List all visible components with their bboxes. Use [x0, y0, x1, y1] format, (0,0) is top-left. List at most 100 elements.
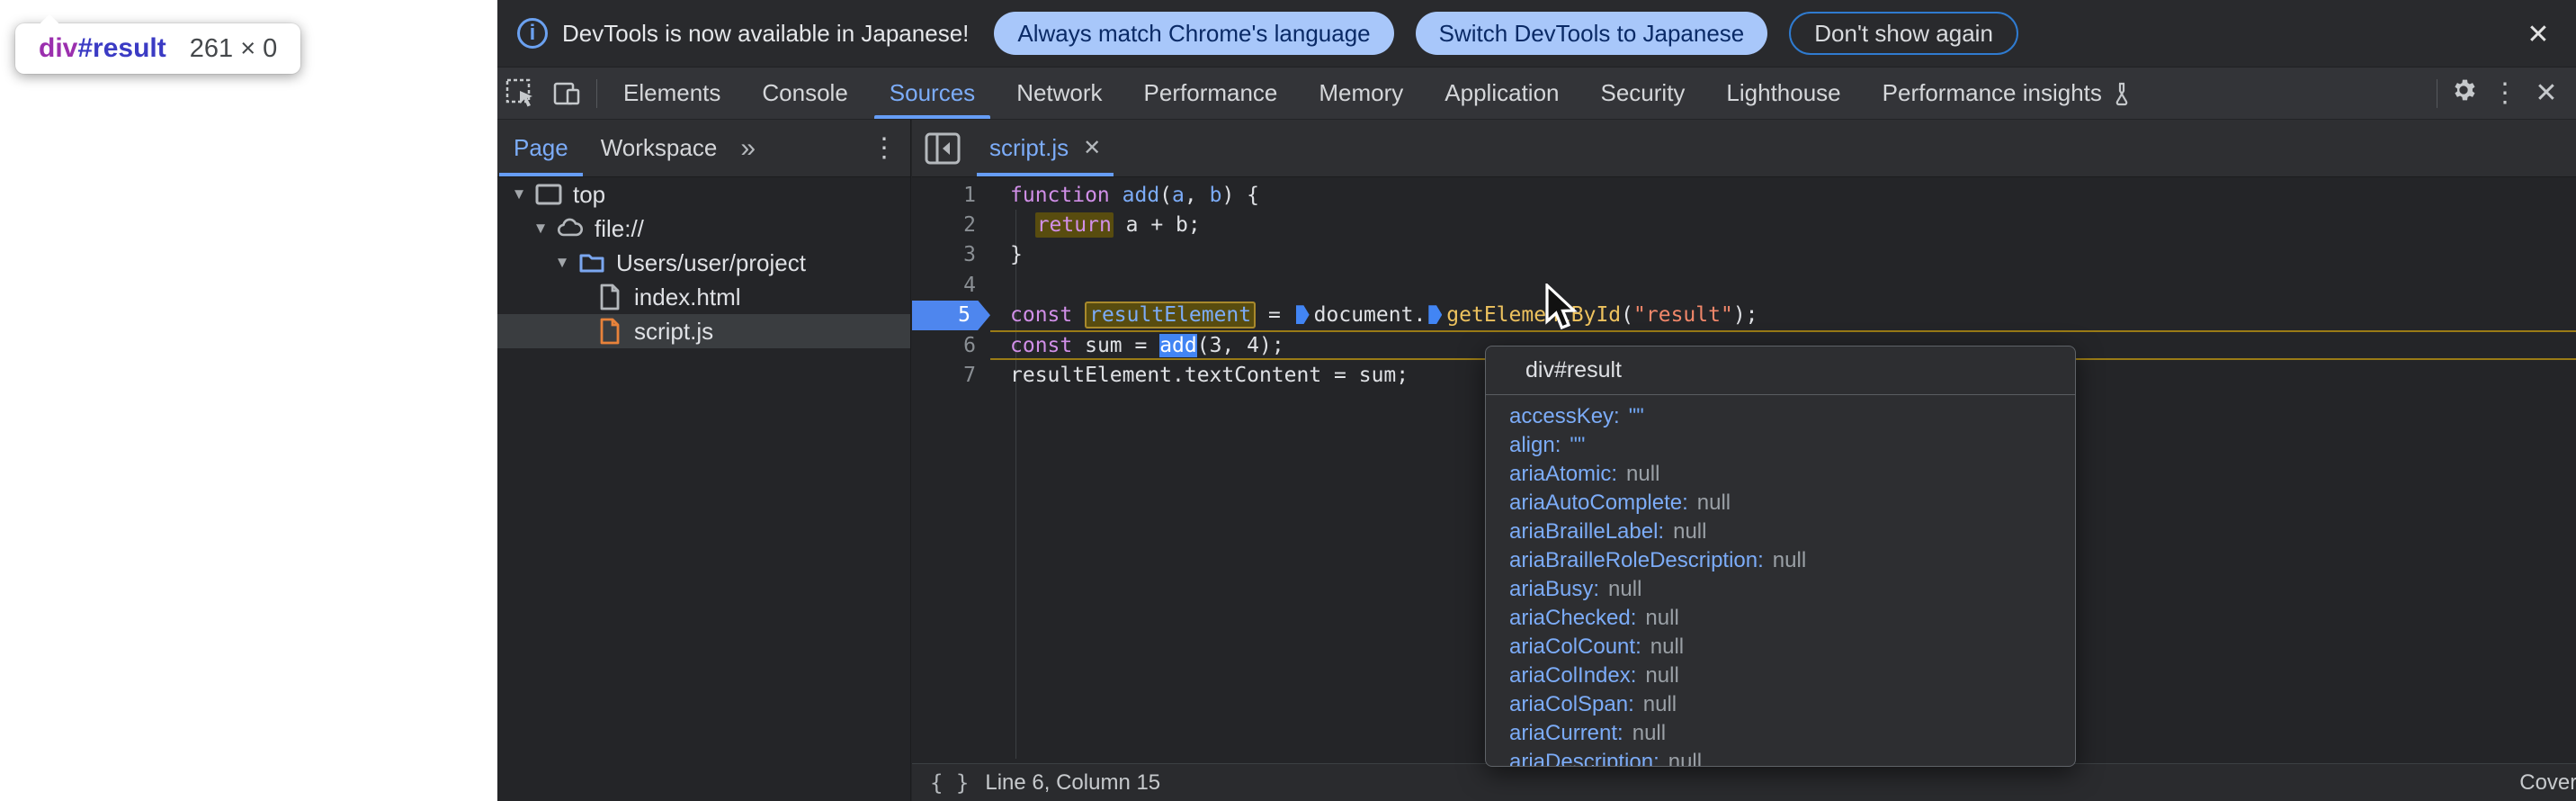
tooltip-property: ariaColSpan:null: [1509, 690, 2075, 719]
tree-label: Users/user/project: [616, 249, 806, 277]
always-match-language-button[interactable]: Always match Chrome's language: [994, 12, 1393, 55]
tab-elements[interactable]: Elements: [603, 68, 741, 119]
tooltip-property: ariaAtomic:null: [1509, 460, 2075, 489]
inline-eval-marker-icon: [1428, 305, 1442, 324]
line-number[interactable]: 7: [912, 360, 990, 390]
tab-sources[interactable]: Sources: [869, 68, 996, 119]
code-token: =: [1256, 303, 1293, 327]
property-name: ariaBusy:: [1509, 577, 1599, 602]
coverage-label: Coverage: n/a: [2519, 770, 2576, 796]
code-token: ,: [1185, 184, 1210, 207]
panel-tabs: ElementsConsoleSourcesNetworkPerformance…: [603, 68, 2153, 119]
tab-application[interactable]: Application: [1424, 68, 1579, 119]
code-token: (: [1159, 184, 1172, 207]
code-line-2[interactable]: 2 return a + b;: [912, 210, 2576, 239]
code-token: sum =: [1072, 334, 1159, 357]
code-token: (3, 4);: [1197, 334, 1284, 357]
code-token: return: [1035, 212, 1114, 238]
dont-show-again-button[interactable]: Don't show again: [1789, 12, 2018, 55]
tree-item-file-origin[interactable]: ▼ file://: [497, 212, 910, 246]
code-token: function: [1010, 184, 1123, 207]
tab-performance[interactable]: Performance: [1123, 68, 1299, 119]
line-number[interactable]: 4: [912, 270, 990, 300]
expand-triangle-icon[interactable]: ▼: [553, 254, 571, 272]
inspect-element-icon[interactable]: [497, 68, 544, 119]
pretty-print-icon[interactable]: { }: [930, 770, 969, 796]
navigator-tab-page[interactable]: Page: [497, 120, 585, 176]
tree-label: index.html: [634, 284, 741, 311]
tooltip-property: ariaCurrent:null: [1509, 719, 2075, 748]
property-name: align:: [1509, 433, 1561, 458]
property-name: ariaAtomic:: [1509, 462, 1617, 487]
code-text: function add(a, b) {: [990, 184, 1259, 207]
expand-triangle-icon[interactable]: ▼: [510, 185, 528, 203]
tooltip-property: ariaDescription:null: [1509, 748, 2075, 767]
tooltip-property: ariaBrailleRoleDescription:null: [1509, 546, 2075, 575]
code-token: a + b;: [1114, 213, 1201, 237]
editor-tab-label: script.js: [989, 134, 1069, 162]
code-line-1[interactable]: 1function add(a, b) {: [912, 180, 2576, 210]
toggle-device-toolbar-icon[interactable]: [544, 68, 591, 119]
collapse-navigator-icon[interactable]: [925, 132, 961, 165]
line-number[interactable]: 1: [912, 180, 990, 210]
tab-lighthouse[interactable]: Lighthouse: [1705, 68, 1861, 119]
tooltip-property: ariaAutoComplete:null: [1509, 489, 2075, 518]
cloud-icon: [557, 215, 584, 242]
tab-performance-insights[interactable]: Performance insights: [1862, 68, 2153, 119]
execution-line-gutter[interactable]: 5: [912, 301, 990, 330]
more-options-kebab-icon[interactable]: ⋮: [2484, 77, 2526, 109]
editor-tab-close-icon[interactable]: ✕: [1083, 135, 1101, 161]
infobar-close-icon[interactable]: ✕: [2520, 16, 2556, 52]
toolbar-divider: [596, 79, 597, 108]
navigator-tab-workspace[interactable]: Workspace: [585, 120, 734, 176]
line-number[interactable]: 6: [912, 330, 990, 360]
tree-label: file://: [595, 215, 644, 243]
language-infobar: i DevTools is now available in Japanese!…: [497, 0, 2576, 68]
editor-tabbar: script.js ✕: [912, 120, 2576, 177]
property-value: null: [1650, 634, 1684, 660]
code-token: ) {: [1221, 184, 1259, 207]
code-token: add: [1159, 334, 1197, 357]
code-line-3[interactable]: 3}: [912, 240, 2576, 270]
frame-icon: [535, 181, 562, 208]
tree-item-index-html[interactable]: index.html: [497, 280, 910, 314]
info-icon: i: [517, 18, 548, 49]
code-token: getElementById: [1446, 303, 1621, 327]
code-token: "result": [1633, 303, 1733, 327]
code-token: a: [1172, 184, 1185, 207]
navigator-kebab-icon[interactable]: ⋮: [871, 132, 898, 164]
property-name: ariaChecked:: [1509, 606, 1636, 631]
tooltip-property: accessKey:"": [1509, 402, 2075, 431]
tree-item-top[interactable]: ▼ top: [497, 177, 910, 212]
tree-item-project-folder[interactable]: ▼ Users/user/project: [497, 246, 910, 280]
tooltip-property: ariaColIndex:null: [1509, 662, 2075, 690]
tooltip-pointer: [40, 14, 60, 35]
code-line-5[interactable]: 5const resultElement = document.getEleme…: [912, 301, 2576, 330]
devtools-tabbar: ElementsConsoleSourcesNetworkPerformance…: [497, 68, 2576, 120]
expand-triangle-icon[interactable]: ▼: [532, 220, 550, 238]
code-line-4[interactable]: 4: [912, 270, 2576, 300]
line-number[interactable]: 3: [912, 240, 990, 270]
property-name: ariaAutoComplete:: [1509, 490, 1688, 516]
inspected-page: div#result 261 × 0: [0, 0, 497, 801]
tooltip-property: ariaColCount:null: [1509, 633, 2075, 662]
inline-eval-marker-icon: [1296, 305, 1310, 324]
tab-memory[interactable]: Memory: [1298, 68, 1424, 119]
tooltip-property: ariaBusy:null: [1509, 575, 2075, 604]
code-token: document.: [1314, 303, 1427, 327]
property-name: accessKey:: [1509, 404, 1620, 429]
devtools-close-icon[interactable]: ✕: [2526, 77, 2567, 109]
code-text: const resultElement = document.getElemen…: [990, 303, 1758, 327]
settings-gear-icon[interactable]: [2443, 76, 2484, 112]
tab-network[interactable]: Network: [996, 68, 1123, 119]
editor-tab-script-js[interactable]: script.js ✕: [973, 120, 1117, 176]
tab-security[interactable]: Security: [1580, 68, 1706, 119]
switch-to-japanese-button[interactable]: Switch DevTools to Japanese: [1416, 12, 1768, 55]
tab-console[interactable]: Console: [741, 68, 868, 119]
code-text: return a + b;: [990, 213, 1201, 237]
more-tabs-chevron-icon[interactable]: »: [733, 133, 763, 164]
tree-item-script-js[interactable]: script.js: [497, 314, 910, 348]
cursor-position-label: Line 6, Column 15: [985, 770, 1160, 796]
code-token: [1010, 213, 1035, 237]
line-number[interactable]: 2: [912, 210, 990, 239]
